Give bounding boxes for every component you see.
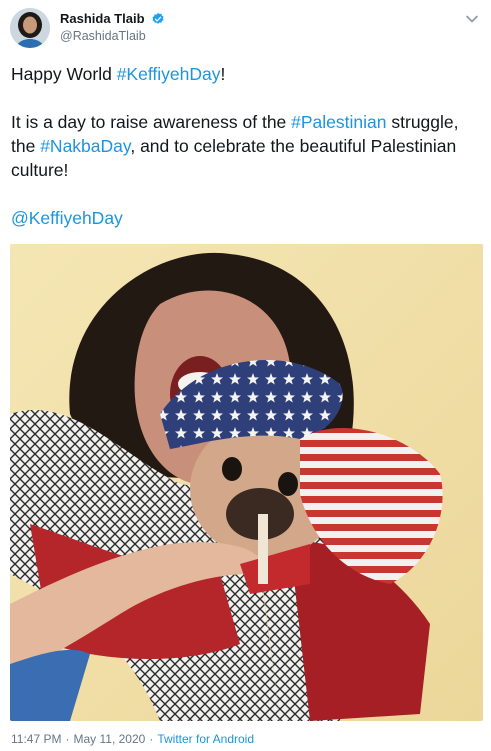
- avatar-image: [10, 8, 50, 48]
- tweet-date[interactable]: May 11, 2020: [73, 732, 145, 746]
- text-fragment: It is a day to raise awareness of the: [11, 112, 292, 132]
- separator: ·: [65, 732, 70, 746]
- separator: ·: [149, 732, 154, 746]
- author-names: Rashida Tlaib @RashidaTlaib: [60, 10, 165, 45]
- tweet-photo[interactable]: [10, 244, 483, 721]
- display-name[interactable]: Rashida Tlaib: [60, 10, 145, 27]
- tweet-paragraph-2: It is a day to raise awareness of the #P…: [11, 110, 481, 182]
- author-handle[interactable]: @RashidaTlaib: [60, 28, 165, 45]
- tweet-text: Happy World #KeffiyehDay! It is a day to…: [11, 62, 481, 230]
- avatar[interactable]: [10, 8, 50, 48]
- tweet-time[interactable]: 11:47 PM: [11, 732, 61, 746]
- tweet-header: Rashida Tlaib @RashidaTlaib: [10, 8, 481, 50]
- tweet-card: Rashida Tlaib @RashidaTlaib Happy World …: [0, 0, 491, 751]
- hashtag-keffiyehday[interactable]: #KeffiyehDay: [117, 64, 221, 84]
- verified-badge-icon: [152, 12, 164, 24]
- chevron-down-icon[interactable]: [465, 12, 479, 26]
- hashtag-palestinian[interactable]: #Palestinian: [291, 112, 386, 132]
- text-fragment: !: [220, 64, 226, 84]
- tweet-footer: 11:47 PM · May 11, 2020 · Twitter for Androi…: [11, 731, 254, 747]
- photo-image: [10, 244, 483, 721]
- text-fragment: Happy World: [11, 64, 117, 84]
- tweet-source-link[interactable]: Twitter for Android: [157, 732, 254, 746]
- tweet-line-mention: @KeffiyehDay: [11, 206, 481, 230]
- mention-keffiyehday[interactable]: @KeffiyehDay: [11, 208, 123, 228]
- tweet-line-1: Happy World #KeffiyehDay!: [11, 62, 481, 86]
- hashtag-nakbaday[interactable]: #NakbaDay: [40, 136, 130, 156]
